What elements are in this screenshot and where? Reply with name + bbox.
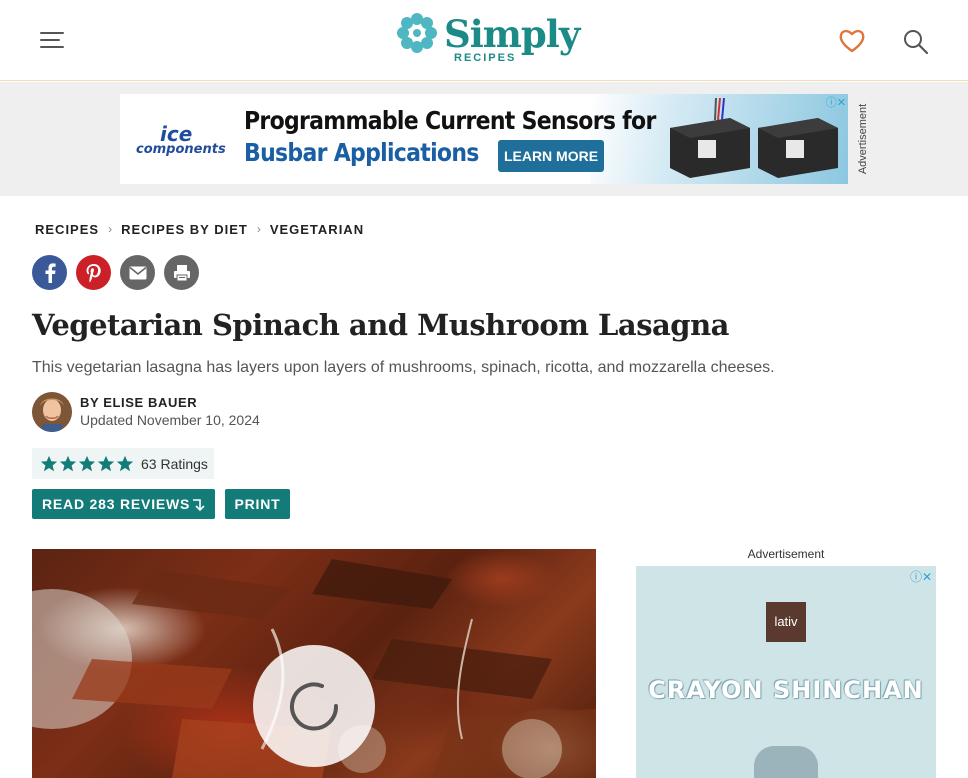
top-ad-banner[interactable]: ice components Programmable Current Sens… [120,94,848,184]
page-title: Vegetarian Spinach and Mushroom Lasagna [32,308,729,342]
rating-count: 63 Ratings [141,455,208,472]
star-icon [78,455,96,471]
email-icon[interactable] [120,255,155,290]
breadcrumb: RECIPES › RECIPES BY DIET › VEGETARIAN [35,220,364,238]
ad-brand-logo: ice components [136,122,226,157]
heart-icon[interactable] [838,28,866,54]
side-ad[interactable]: ⓘ✕ lativ CRAYON SHINCHAN [636,566,936,778]
ad-label-vertical: Advertisement [857,103,869,175]
arrow-down-icon [191,489,205,519]
side-ad-brand: lativ [766,602,806,642]
side-ad-headline: CRAYON SHINCHAN [648,676,924,704]
read-reviews-label: READ 283 REVIEWS [42,496,191,512]
ad-headline-2: Busbar Applications [244,138,479,167]
logo-wordmark: Simply [444,12,580,56]
pinterest-icon[interactable] [76,255,111,290]
facebook-icon[interactable] [32,255,67,290]
chevron-right-icon: › [108,222,113,236]
ad-choices-icon[interactable]: ⓘ✕ [910,568,932,585]
menu-icon[interactable] [40,30,66,52]
star-icon [59,455,77,471]
recipe-hero-image[interactable] [32,549,596,778]
ad-learn-more-button[interactable]: LEARN MORE [498,140,604,172]
read-reviews-button[interactable]: READ 283 REVIEWS [32,489,215,519]
updated-date: Updated November 10, 2024 [80,412,260,428]
site-logo[interactable]: Simply RECIPES [394,10,580,66]
share-bar [32,255,199,290]
article-description: This vegetarian lasagna has layers upon … [32,359,775,376]
author-avatar[interactable] [32,392,72,432]
rating-summary[interactable]: 63 Ratings [32,448,214,479]
ad-choices-icon[interactable]: ⓘ✕ [816,96,846,110]
star-icon [40,455,58,471]
sensor-product-icon [670,98,838,178]
loading-spinner [253,645,375,767]
search-icon[interactable] [902,28,930,56]
breadcrumb-recipes[interactable]: RECIPES [35,222,99,237]
ad-headline-1: Programmable Current Sensors for [244,106,656,135]
print-button[interactable]: PRINT [225,489,290,519]
top-ad-band: ice components Programmable Current Sens… [0,82,968,196]
site-header: Simply RECIPES [0,0,968,81]
chevron-right-icon: › [256,222,261,236]
shirt-image [754,746,818,778]
logo-flower-icon [397,13,437,53]
print-icon[interactable] [164,255,199,290]
breadcrumb-vegetarian[interactable]: VEGETARIAN [270,222,364,237]
logo-subtitle: RECIPES [454,52,517,64]
author-byline[interactable]: BY ELISE BAUER [80,395,197,410]
star-icon [97,455,115,471]
breadcrumb-recipes-by-diet[interactable]: RECIPES BY DIET [121,222,248,237]
star-icon [116,455,134,471]
side-ad-label: Advertisement [747,547,825,561]
